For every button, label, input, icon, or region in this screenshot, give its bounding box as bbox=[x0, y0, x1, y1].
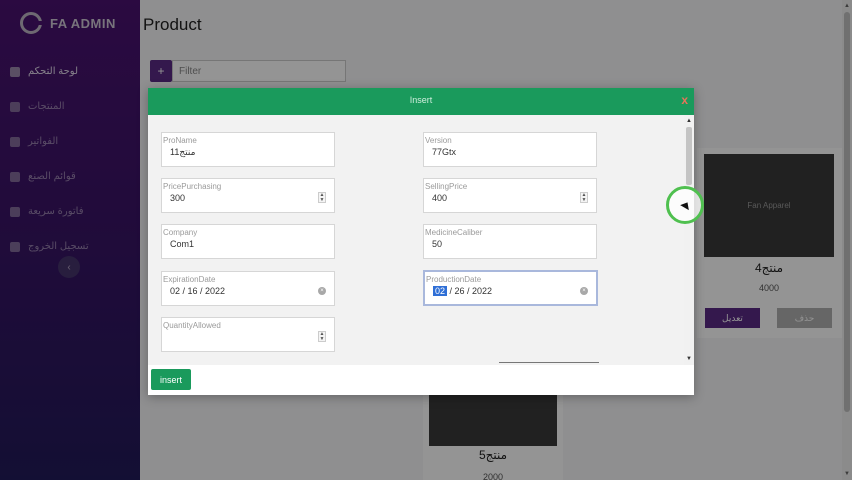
selected-month-segment[interactable]: 02 bbox=[433, 286, 448, 296]
field-label: PricePurchasing bbox=[163, 182, 222, 191]
version-field[interactable]: Version 77Gtx bbox=[423, 132, 597, 167]
medicine-caliber-field[interactable]: MedicineCaliber 50 bbox=[423, 224, 597, 259]
field-value: 400 bbox=[432, 193, 448, 203]
dialog-scroll-thumb[interactable] bbox=[686, 127, 692, 185]
number-spinner-icon[interactable]: ▲ ▼ bbox=[318, 331, 326, 342]
date-remainder: / 26 / 2022 bbox=[447, 286, 493, 296]
field-label: Version bbox=[425, 136, 452, 145]
field-label: ProductionDate bbox=[426, 275, 482, 284]
field-label: MedicineCaliber bbox=[425, 228, 483, 237]
scroll-up-icon[interactable]: ▲ bbox=[685, 117, 693, 125]
scroll-down-icon[interactable]: ▼ bbox=[685, 355, 693, 363]
dialog-body: ProName منتج11 PricePurchasing 300 ▲ ▼ Co… bbox=[148, 115, 694, 365]
field-value: منتج11 bbox=[170, 147, 196, 157]
dialog-header: Insert x bbox=[148, 88, 694, 115]
field-label: SellingPrice bbox=[425, 182, 468, 191]
dialog-title: Insert bbox=[409, 95, 433, 105]
field-value: 300 bbox=[170, 193, 186, 203]
clear-icon[interactable]: × bbox=[580, 287, 588, 295]
company-field[interactable]: Company Com1 bbox=[161, 224, 335, 259]
selling-price-field[interactable]: SellingPrice 400 ▲ ▼ bbox=[423, 178, 597, 213]
number-spinner-icon[interactable]: ▲ ▼ bbox=[580, 192, 588, 203]
field-value: 02 / 26 / 2022 bbox=[433, 286, 492, 296]
field-value: 77Gtx bbox=[432, 147, 457, 157]
field-label: ProName bbox=[163, 136, 197, 145]
expiration-date-field[interactable]: ExpirationDate 02 / 16 / 2022 × bbox=[161, 271, 335, 306]
field-label: QuantityAllowed bbox=[163, 321, 221, 330]
number-spinner-icon[interactable]: ▲ ▼ bbox=[318, 192, 326, 203]
price-purchasing-field[interactable]: PricePurchasing 300 ▲ ▼ bbox=[161, 178, 335, 213]
insert-button[interactable]: insert bbox=[151, 369, 191, 390]
field-label: Company bbox=[163, 228, 198, 237]
dialog-scrollbar[interactable]: ▲ ▼ bbox=[684, 115, 694, 365]
field-value: 50 bbox=[432, 239, 443, 249]
divider bbox=[499, 362, 599, 363]
field-value: Com1 bbox=[170, 239, 195, 249]
field-label: ExpirationDate bbox=[163, 275, 216, 284]
field-value: 02 / 16 / 2022 bbox=[170, 286, 226, 296]
clear-icon[interactable]: × bbox=[318, 287, 326, 295]
proname-field[interactable]: ProName منتج11 bbox=[161, 132, 335, 167]
insert-dialog: Insert x ProName منتج11 PricePurchasing … bbox=[148, 88, 694, 395]
production-date-field[interactable]: ProductionDate 02 / 26 / 2022 × bbox=[423, 270, 598, 306]
quantity-allowed-field[interactable]: QuantityAllowed ▲ ▼ bbox=[161, 317, 335, 352]
close-icon[interactable]: x bbox=[681, 93, 688, 107]
